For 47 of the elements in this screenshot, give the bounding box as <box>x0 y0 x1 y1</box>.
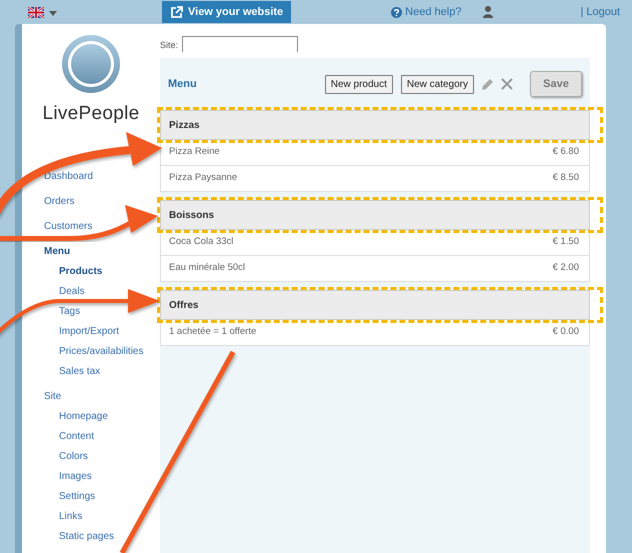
logo-icon <box>61 34 121 94</box>
logo-text: LivePeople <box>41 102 141 126</box>
sidebar-link[interactable]: Static pages <box>59 530 114 542</box>
help-link[interactable]: Need help? <box>391 4 462 20</box>
product-price: € 6.80 <box>552 145 579 160</box>
caret-icon[interactable] <box>49 11 57 16</box>
help-icon <box>391 6 402 18</box>
product-price: € 2.00 <box>552 261 579 276</box>
sidebar-link[interactable]: Orders <box>44 196 75 208</box>
field-label: Site: <box>160 38 178 52</box>
user-icon[interactable] <box>483 6 494 18</box>
category-header[interactable]: Boissons <box>160 200 590 230</box>
toolbar-button[interactable]: New category <box>400 74 474 94</box>
site-field[interactable] <box>182 36 298 52</box>
view-website-button[interactable]: View your website <box>162 1 292 23</box>
sidebar-link[interactable]: Menu <box>44 246 70 258</box>
panel-title: Menu <box>168 76 197 92</box>
product-price: € 0.00 <box>552 325 579 340</box>
sidebar-link[interactable]: Content <box>59 430 94 442</box>
sidebar-link[interactable]: Tags <box>59 306 80 318</box>
toolbar-button[interactable]: New product <box>324 74 393 94</box>
product-name: Pizza Paysanne <box>169 171 238 186</box>
sidebar-link[interactable]: Homepage <box>59 410 108 422</box>
sidebar-link[interactable]: Import/Export <box>59 326 120 338</box>
close-icon[interactable] <box>501 78 513 90</box>
sidebar-link[interactable]: Links <box>59 510 82 522</box>
sidebar-link[interactable]: Settings <box>59 490 96 502</box>
sidebar-link[interactable]: Colors <box>59 450 88 462</box>
sidebar-link[interactable]: Dashboard <box>44 170 93 182</box>
category-header[interactable]: Pizzas <box>160 110 590 140</box>
sidebar-link[interactable]: Products <box>59 266 102 278</box>
sidebar-link[interactable]: Customers <box>44 220 92 232</box>
product-name: Eau minérale 50cl <box>169 261 246 276</box>
sidebar-link[interactable]: Site <box>44 390 62 402</box>
sidebar-link[interactable]: Prices/availabilities <box>59 346 144 358</box>
sidebar-link[interactable]: Images <box>59 470 92 482</box>
product-name: Coca Cola 33cl <box>169 235 234 250</box>
product-name: Pizza Reine <box>169 145 220 160</box>
category-header[interactable]: Offres <box>160 290 590 320</box>
logout-link[interactable]: | Logout <box>580 4 620 20</box>
flag-icon[interactable] <box>28 6 44 18</box>
product-price: € 1.50 <box>552 235 579 250</box>
product-name: 1 achetée = 1 offerte <box>169 325 256 340</box>
sidebar-link[interactable]: Deals <box>59 286 85 298</box>
sidebar-link[interactable]: Sales tax <box>59 366 100 378</box>
external-link-icon <box>170 6 183 18</box>
product-price: € 8.50 <box>552 171 579 186</box>
